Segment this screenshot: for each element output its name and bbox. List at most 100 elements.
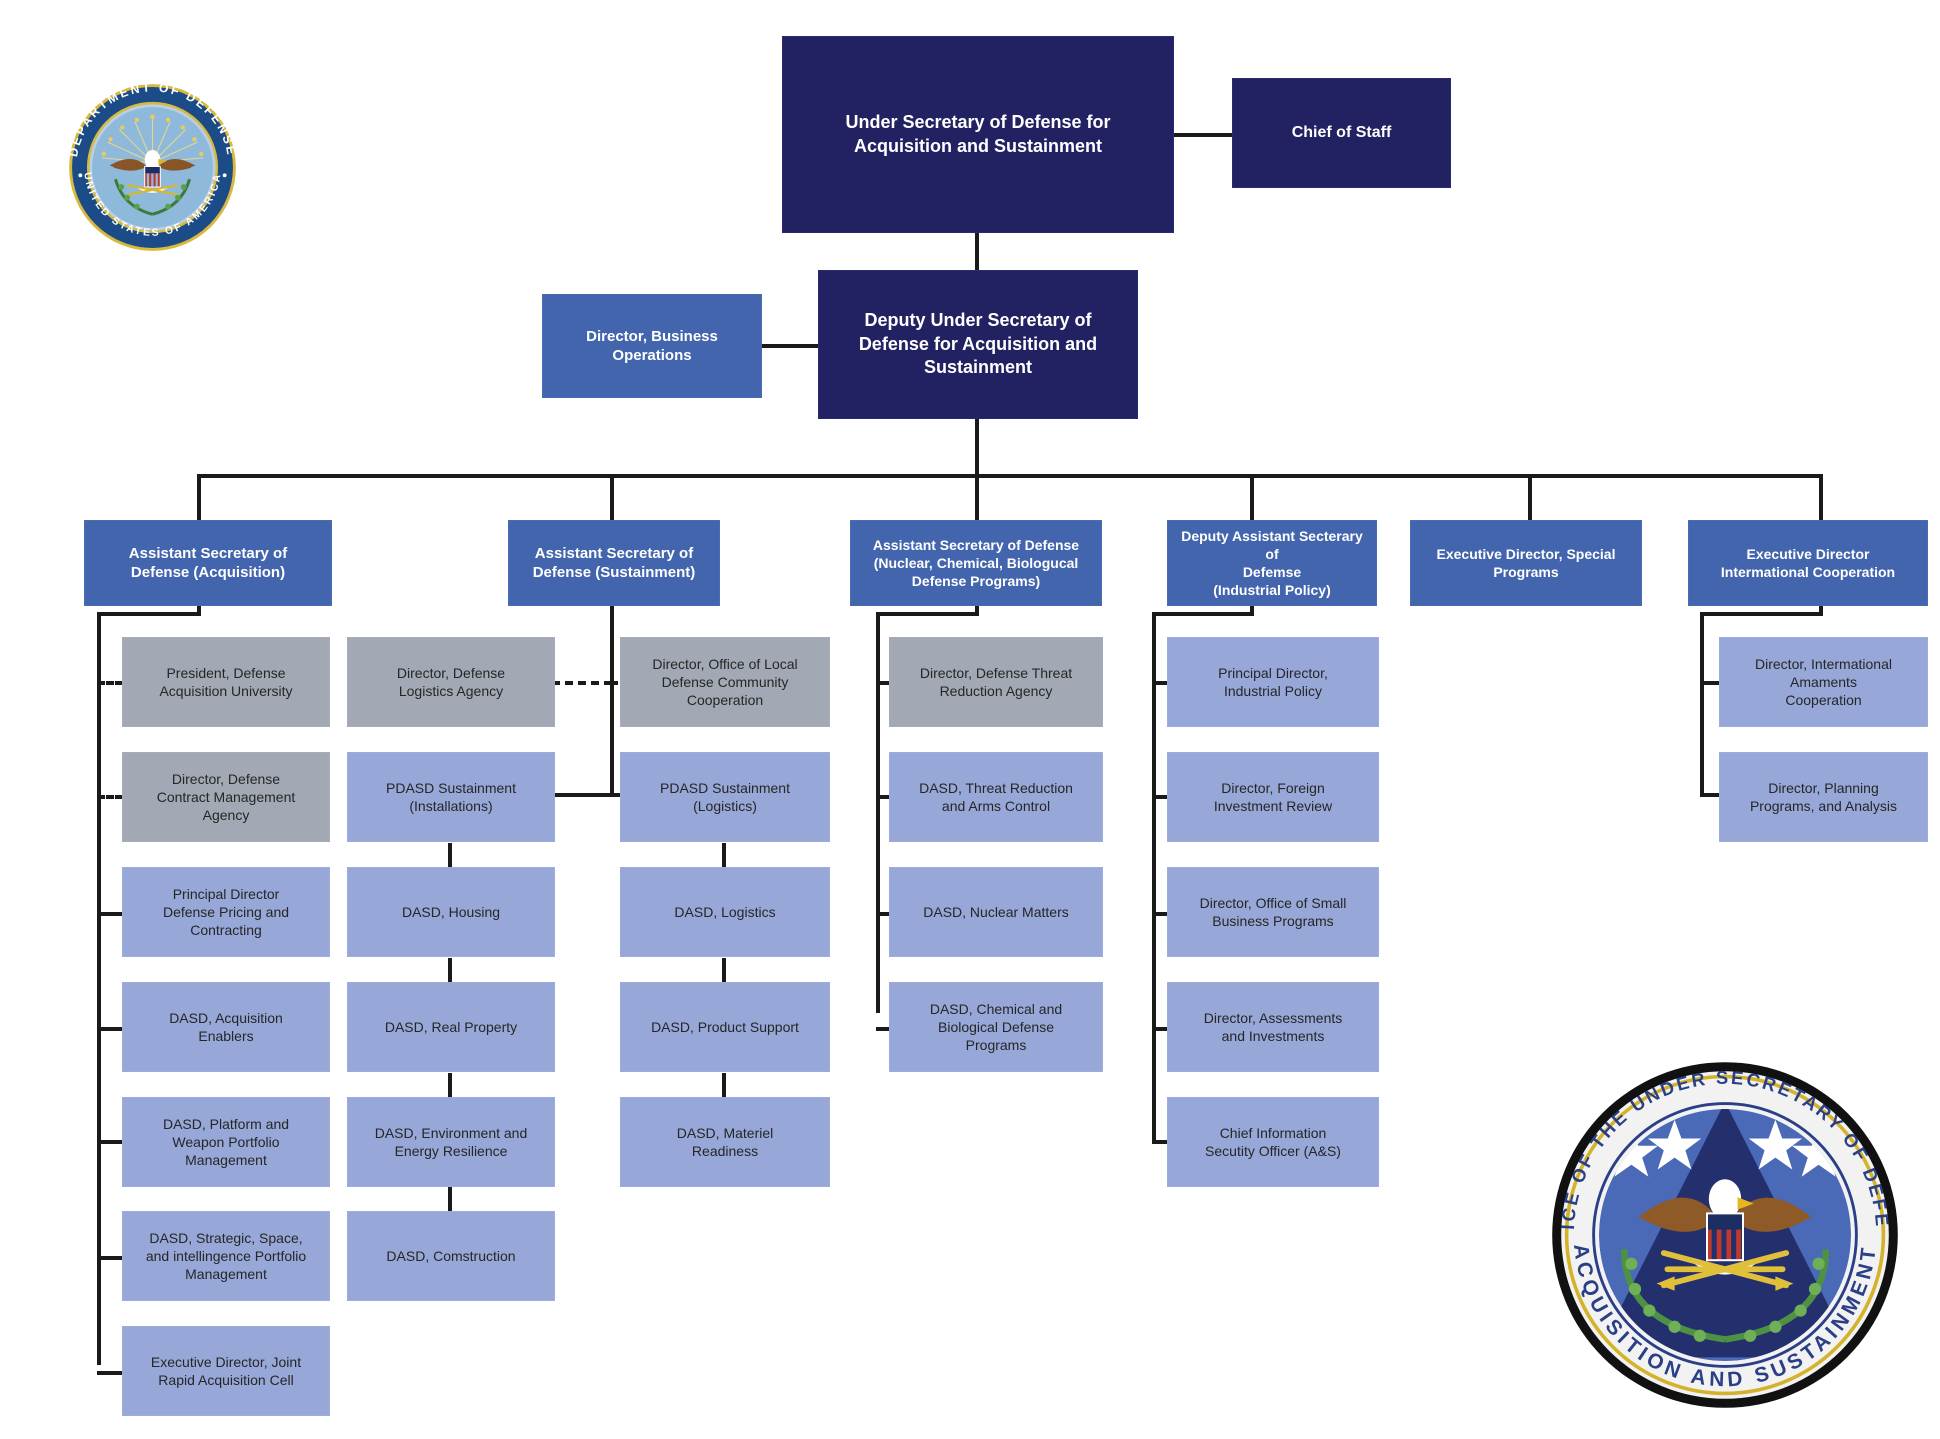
usd-acquisition-sustainment-seal: OFFICE OF THE UNDER SECRETARY OF DEFENSE… (1537, 1038, 1905, 1415)
node-dasd-strategic-space-intelligence-portfolio-management[interactable]: DASD, Strategic, Space, and intellingenc… (122, 1211, 330, 1301)
spine-industrial (1152, 613, 1156, 1144)
connector-usd-to-dusd (975, 232, 979, 270)
spine-ncb-head-jog (876, 612, 977, 616)
connector-acq-dashed-1 (97, 681, 123, 685)
node-label: DASD, Threat Reduction and Arms Control (919, 779, 1073, 814)
node-label: Executive Director Intermational Coopera… (1720, 545, 1896, 580)
node-president-defense-acquisition-university[interactable]: President, Defense Acquisition Universit… (122, 637, 330, 727)
node-principal-director-industrial-policy[interactable]: Principal Director, Industrial Policy (1167, 637, 1379, 727)
node-dasd-housing[interactable]: DASD, Housing (347, 867, 555, 957)
node-under-secretary-of-defense[interactable]: Under Secretary of Defense for Acquisiti… (782, 36, 1174, 233)
spine-ncb (876, 613, 880, 1013)
node-label: DASD, Logistics (674, 903, 776, 920)
connector-acq-3 (97, 912, 123, 916)
connector-ip-5 (1152, 1140, 1168, 1144)
node-label: Assistant Secretary of Defense (Nuclear,… (872, 536, 1080, 590)
node-pdasd-sustainment-logistics[interactable]: PDASD Sustainment (Logistics) (620, 752, 830, 842)
node-dasd-chemical-biological-defense-programs[interactable]: DASD, Chemical and Biological Defense Pr… (889, 982, 1103, 1072)
node-label: Executive Director, Special Programs (1436, 545, 1616, 580)
node-label: DASD, Real Property (384, 1018, 518, 1035)
connector-acq-6 (97, 1256, 123, 1260)
node-label: Deputy Assistant Secterary of Defemse (I… (1181, 527, 1363, 599)
node-director-assessments-investments[interactable]: Director, Assessments and Investments (1167, 982, 1379, 1072)
node-dasd-nuclear-matters[interactable]: DASD, Nuclear Matters (889, 867, 1103, 957)
node-dasd-product-support[interactable]: DASD, Product Support (620, 982, 830, 1072)
node-label: Principal Director Defense Pricing and C… (162, 885, 290, 939)
connector-acq-5 (97, 1140, 123, 1144)
node-label: PDASD Sustainment (Logistics) (660, 779, 790, 814)
node-asd-nuclear-chemical-biological[interactable]: Assistant Secretary of Defense (Nuclear,… (850, 520, 1102, 606)
connector-bus-drop-sustainment (610, 474, 614, 520)
node-director-planning-programs-analysis[interactable]: Director, Planning Programs, and Analysi… (1719, 752, 1928, 842)
node-label: Executive Director, Joint Rapid Acquisit… (150, 1353, 302, 1388)
node-label: DASD, Strategic, Space, and intellingenc… (145, 1229, 307, 1283)
spine-acquisition-head-jog (97, 612, 199, 616)
node-director-defense-contract-management-agency[interactable]: Director, Defense Contract Management Ag… (122, 752, 330, 842)
spine-industrial-head-jog (1152, 612, 1252, 616)
node-label: DASD, Nuclear Matters (923, 903, 1069, 920)
connector-ip-1 (1152, 681, 1168, 685)
node-asd-sustainment[interactable]: Assistant Secretary of Defense (Sustainm… (508, 520, 720, 606)
node-label: DASD, Acquisition Enablers (169, 1009, 283, 1044)
node-director-defense-threat-reduction-agency[interactable]: Director, Defense Threat Reduction Agenc… (889, 637, 1103, 727)
node-pdasd-sustainment-installations[interactable]: PDASD Sustainment (Installations) (347, 752, 555, 842)
node-exec-director-international-cooperation[interactable]: Executive Director Intermational Coopera… (1688, 520, 1928, 606)
node-dasd-real-property[interactable]: DASD, Real Property (347, 982, 555, 1072)
node-chief-of-staff[interactable]: Chief of Staff (1232, 78, 1451, 188)
connector-bus-drop-acquisition (197, 474, 201, 520)
connector-bus-drop-special (1528, 474, 1532, 520)
connector-horizontal-bus (197, 474, 1819, 478)
node-director-international-armaments-cooperation[interactable]: Director, Intermational Amaments Coopera… (1719, 637, 1928, 727)
node-dasd-industrial-policy[interactable]: Deputy Assistant Secterary of Defemse (I… (1167, 520, 1377, 606)
node-dasd-logistics[interactable]: DASD, Logistics (620, 867, 830, 957)
connector-acq-7 (97, 1371, 123, 1375)
node-label: Assistant Secretary of Defense (Acquisit… (128, 544, 288, 582)
spine-sustainment (610, 606, 614, 796)
spine-international-head-jog (1700, 612, 1821, 616)
connector-ic-2 (1700, 793, 1720, 797)
node-dasd-platform-weapon-portfolio-management[interactable]: DASD, Platform and Weapon Portfolio Mana… (122, 1097, 330, 1187)
connector-ip-2 (1152, 795, 1168, 799)
node-dasd-environment-energy-resilience[interactable]: DASD, Environment and Energy Resilience (347, 1097, 555, 1187)
node-director-office-local-defense-community-cooperation[interactable]: Director, Office of Local Defense Commun… (620, 637, 830, 727)
connector-acq-4 (97, 1027, 123, 1031)
node-label: Director, Defense Contract Management Ag… (156, 770, 296, 824)
connector-bus-drop-ncb (975, 418, 979, 520)
connector-ncb-dashed-1 (876, 681, 890, 685)
node-label: DASD, Environment and Energy Resilience (374, 1124, 528, 1159)
connector-ip-3 (1152, 912, 1168, 916)
org-chart-canvas: DEPARTMENT OF DEFENSE UNITED STATES OF A… (0, 0, 1940, 1439)
connector-business-ops-to-dusd (762, 344, 820, 348)
node-director-defense-logistics-agency[interactable]: Director, Defense Logistics Agency (347, 637, 555, 727)
node-label: DASD, Comstruction (386, 1247, 516, 1264)
node-dasd-threat-reduction-arms-control[interactable]: DASD, Threat Reduction and Arms Control (889, 752, 1103, 842)
connector-ncb-4 (876, 1027, 890, 1031)
connector-ip-4 (1152, 1027, 1168, 1031)
node-executive-director-joint-rapid-acquisition-cell[interactable]: Executive Director, Joint Rapid Acquisit… (122, 1326, 330, 1416)
connector-ncb-3 (876, 912, 890, 916)
node-dasd-materiel-readiness[interactable]: DASD, Materiel Readiness (620, 1097, 830, 1187)
connector-acq-dashed-2 (97, 795, 123, 799)
node-label: Director, Office of Small Business Progr… (1199, 894, 1347, 929)
node-chief-information-security-officer[interactable]: Chief Information Secutity Officer (A&S) (1167, 1097, 1379, 1187)
node-director-office-small-business-programs[interactable]: Director, Office of Small Business Progr… (1167, 867, 1379, 957)
connector-ncb-2 (876, 795, 890, 799)
node-label: Chief Information Secutity Officer (A&S) (1205, 1124, 1341, 1159)
node-label: Director, Planning Programs, and Analysi… (1749, 779, 1898, 814)
connector-ic-1 (1700, 681, 1720, 685)
node-label: DASD, Product Support (651, 1018, 799, 1035)
node-label: Director, Defense Threat Reduction Agenc… (919, 664, 1073, 699)
node-director-foreign-investment-review[interactable]: Director, Foreign Investment Review (1167, 752, 1379, 842)
spine-international (1700, 613, 1704, 793)
node-exec-director-special-programs[interactable]: Executive Director, Special Programs (1410, 520, 1642, 606)
node-principal-director-defense-pricing-contracting[interactable]: Principal Director Defense Pricing and C… (122, 867, 330, 957)
node-dasd-acquisition-enablers[interactable]: DASD, Acquisition Enablers (122, 982, 330, 1072)
node-asd-acquisition[interactable]: Assistant Secretary of Defense (Acquisit… (84, 520, 332, 606)
connector-usd-to-chief-of-staff (1174, 133, 1232, 137)
node-label: Assistant Secretary of Defense (Sustainm… (532, 544, 696, 582)
node-dasd-construction[interactable]: DASD, Comstruction (347, 1211, 555, 1301)
node-label: DASD, Platform and Weapon Portfolio Mana… (162, 1115, 290, 1169)
node-label: Deputy Under Secretary of Defense for Ac… (858, 310, 1098, 378)
node-director-business-operations[interactable]: Director, Business Operations (542, 294, 762, 398)
node-deputy-under-secretary[interactable]: Deputy Under Secretary of Defense for Ac… (818, 270, 1138, 419)
